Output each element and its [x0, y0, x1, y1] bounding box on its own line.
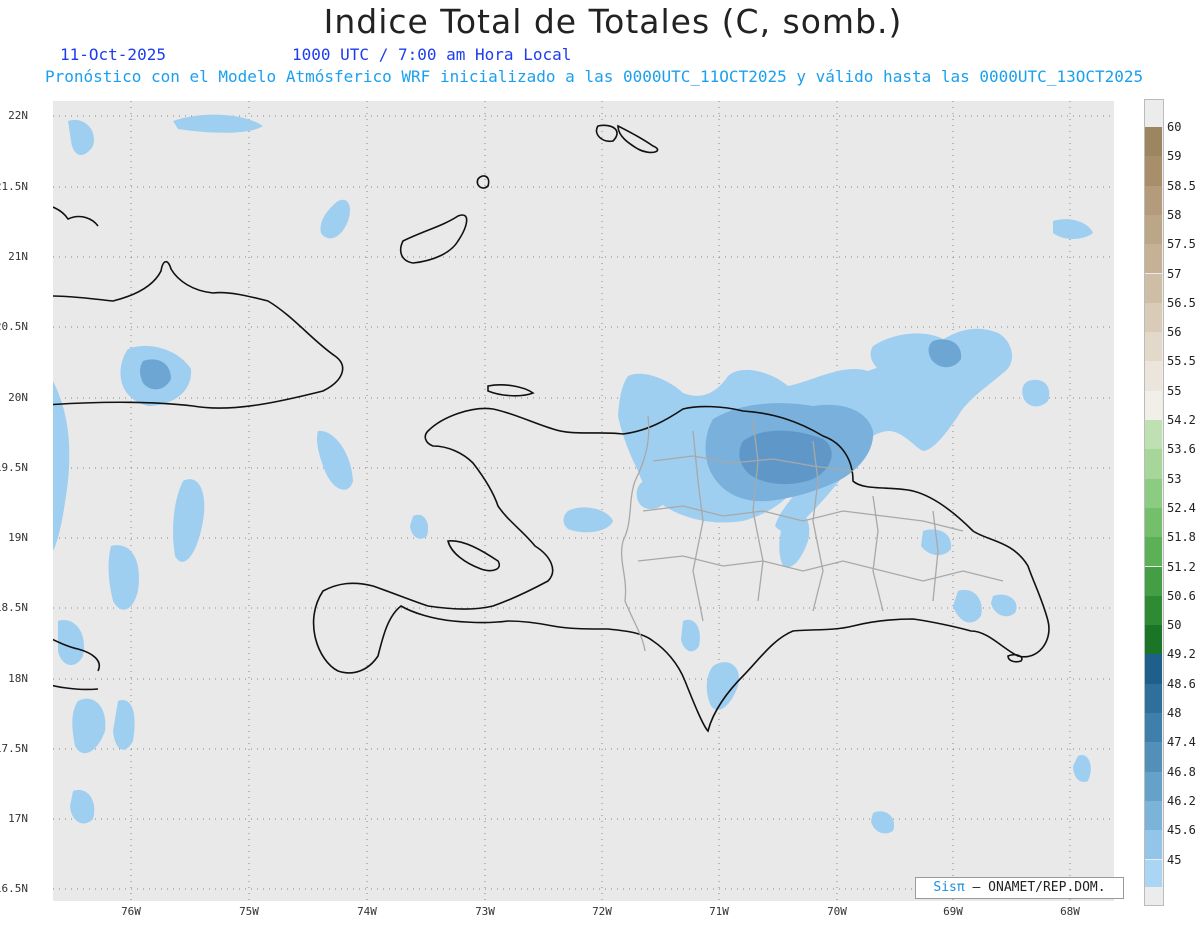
colorbar-label: 47.4 [1167, 735, 1196, 750]
colorbar-swatch [1145, 244, 1162, 274]
lon-label: 71W [709, 905, 729, 918]
date-label: 11-Oct-2025 [60, 45, 166, 64]
colorbar-label: 45.6 [1167, 823, 1196, 838]
colorbar-label: 53 [1167, 471, 1182, 486]
colorbar-label: 55.5 [1167, 354, 1196, 369]
colorbar-swatch [1145, 625, 1162, 655]
colorbar-label: 60 [1167, 120, 1182, 134]
sispi-logo: Sisπ [933, 880, 965, 895]
map-panel[interactable] [32, 101, 1114, 901]
colorbar-swatch [1145, 507, 1162, 538]
map-background [53, 101, 1114, 901]
lat-label: 20.5N [0, 320, 28, 333]
map-canvas [32, 101, 1114, 901]
colorbar-swatch [1145, 420, 1162, 450]
colorbar-swatch [1145, 302, 1162, 333]
lon-label: 70W [827, 905, 847, 918]
lon-label: 73W [475, 905, 495, 918]
lat-label: 16.5N [0, 882, 28, 895]
colorbar-label: 45 [1167, 852, 1182, 867]
colorbar-swatch [1145, 214, 1162, 245]
lat-label: 20N [8, 391, 28, 404]
colorbar-swatch [1145, 156, 1162, 186]
colorbar-label: 48 [1167, 706, 1182, 720]
lat-label: 19N [8, 531, 28, 544]
colorbar-swatch [1145, 742, 1162, 772]
colorbar-label: 57 [1167, 266, 1182, 281]
colorbar-swatch [1145, 800, 1162, 831]
colorbar-swatch [1145, 830, 1162, 860]
colorbar-label: 51.8 [1167, 530, 1196, 545]
lat-label: 18N [8, 672, 28, 685]
colorbar-swatch [1145, 683, 1162, 713]
colorbar-swatch [1145, 127, 1162, 157]
lat-label: 21N [8, 250, 28, 263]
colorbar-label: 51.2 [1167, 559, 1196, 574]
page-title: Indice Total de Totales (C, somb.) [323, 2, 903, 41]
colorbar-label: 54.2 [1167, 413, 1196, 427]
colorbar-swatch [1145, 771, 1162, 801]
lon-label: 68W [1060, 905, 1080, 918]
colorbar-swatch [1145, 654, 1162, 684]
colorbar-swatch [1145, 478, 1162, 508]
lon-label: 76W [121, 905, 141, 918]
colorbar-label: 56.5 [1167, 295, 1196, 310]
lat-label: 21.5N [0, 180, 28, 193]
lat-label: 22N [8, 109, 28, 122]
lat-label: 17.5N [0, 742, 28, 755]
colorbar-label: 50 [1167, 618, 1182, 633]
colorbar-label: 46.8 [1167, 764, 1196, 779]
credit-text: – ONAMET/REP.DOM. [972, 880, 1106, 895]
lon-label: 69W [943, 905, 963, 918]
colorbar-swatch [1145, 859, 1162, 887]
colorbar-label: 55 [1167, 383, 1182, 398]
colorbar-swatch [1145, 449, 1162, 479]
credit-box: Sisπ – ONAMET/REP.DOM. [915, 877, 1124, 899]
colorbar-swatch [1145, 390, 1162, 420]
colorbar-label: 56 [1167, 325, 1182, 340]
colorbar-swatch [1145, 185, 1162, 215]
colorbar-label: 50.6 [1167, 588, 1196, 603]
colorbar-swatch [1145, 361, 1162, 391]
colorbar-label: 57.5 [1167, 237, 1196, 252]
colorbar-swatch [1145, 273, 1162, 303]
lat-label: 17N [8, 812, 28, 825]
colorbar-swatch [1145, 595, 1162, 626]
colorbar-swatch [1145, 332, 1162, 362]
colorbar-label: 58 [1167, 207, 1182, 222]
colorbar-swatch [1145, 566, 1162, 596]
colorbar-swatch [1145, 537, 1162, 567]
lon-label: 72W [592, 905, 612, 918]
colorbar-label: 59 [1167, 149, 1182, 164]
colorbar-label: 48.6 [1167, 676, 1196, 691]
colorbar-label: 58.5 [1167, 178, 1196, 193]
lon-label: 75W [239, 905, 259, 918]
colorbar-label: 53.6 [1167, 442, 1196, 457]
lon-label: 74W [357, 905, 377, 918]
colorbar-label: 46.2 [1167, 793, 1196, 808]
forecast-info: Pronóstico con el Modelo Atmósferico WRF… [45, 67, 1144, 86]
lat-label: 19.5N [0, 461, 28, 474]
valid-time-label: 1000 UTC / 7:00 am Hora Local [292, 45, 572, 64]
lat-label: 18.5N [0, 601, 28, 614]
colorbar-label: 52.4 [1167, 500, 1196, 515]
colorbar-label: 49.2 [1167, 647, 1196, 662]
colorbar-swatch [1145, 713, 1162, 743]
